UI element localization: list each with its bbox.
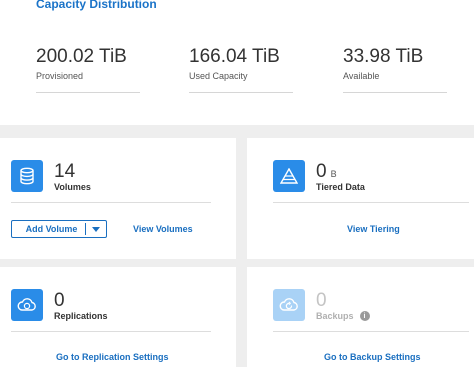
available-divider [343, 92, 447, 93]
volumes-divider [11, 202, 211, 203]
backups-count: 0 [316, 290, 327, 311]
provisioned-stat: 200.02 TiB Provisioned [36, 46, 140, 93]
replication-settings-link[interactable]: Go to Replication Settings [56, 352, 169, 362]
used-capacity-label: Used Capacity [189, 71, 248, 81]
backups-panel: 0 Backups i Go to Backup Settings [247, 267, 474, 367]
available-label: Available [343, 71, 380, 81]
replications-panel: 0 Replications Go to Replication Setting… [0, 267, 236, 367]
backups-label: Backups [316, 311, 354, 321]
capacity-distribution-panel: Capacity Distribution 200.02 TiB Provisi… [0, 0, 474, 125]
backup-cloud-icon [273, 289, 305, 321]
backups-label-row: Backups i [316, 311, 370, 321]
replication-cloud-icon [11, 289, 43, 321]
add-volume-label: Add Volume [25, 224, 78, 234]
tiered-data-count: 0 [316, 161, 327, 182]
tiering-divider [273, 202, 469, 203]
tiered-data-unit: B [330, 169, 337, 179]
backup-settings-link[interactable]: Go to Backup Settings [324, 352, 421, 362]
replications-count: 0 [54, 290, 65, 311]
add-volume-button[interactable]: Add Volume [11, 220, 107, 238]
volumes-count: 14 [54, 161, 76, 182]
view-volumes-link[interactable]: View Volumes [133, 224, 193, 234]
used-capacity-value: 166.04 TiB [189, 46, 280, 67]
backups-divider [273, 331, 469, 332]
view-tiering-link[interactable]: View Tiering [347, 224, 400, 234]
tiering-panel: 0B Tiered Data View Tiering [247, 138, 474, 259]
pyramid-icon [273, 160, 305, 192]
used-capacity-stat: 166.04 TiB Used Capacity [189, 46, 293, 93]
volumes-label: Volumes [54, 182, 91, 192]
chevron-down-icon[interactable] [86, 226, 106, 232]
used-capacity-divider [189, 92, 293, 93]
database-icon [11, 160, 43, 192]
provisioned-divider [36, 92, 140, 93]
info-icon[interactable]: i [359, 311, 370, 321]
provisioned-value: 200.02 TiB [36, 46, 127, 67]
volumes-panel: 14 Volumes Add Volume View Volumes [0, 138, 236, 259]
tiered-data-value: 0B [316, 162, 337, 181]
capacity-title: Capacity Distribution [36, 0, 157, 11]
available-value: 33.98 TiB [343, 46, 424, 67]
available-stat: 33.98 TiB Available [343, 46, 447, 93]
tiered-data-label: Tiered Data [316, 182, 365, 192]
replications-label: Replications [54, 311, 108, 321]
provisioned-label: Provisioned [36, 71, 84, 81]
replications-divider [11, 331, 211, 332]
